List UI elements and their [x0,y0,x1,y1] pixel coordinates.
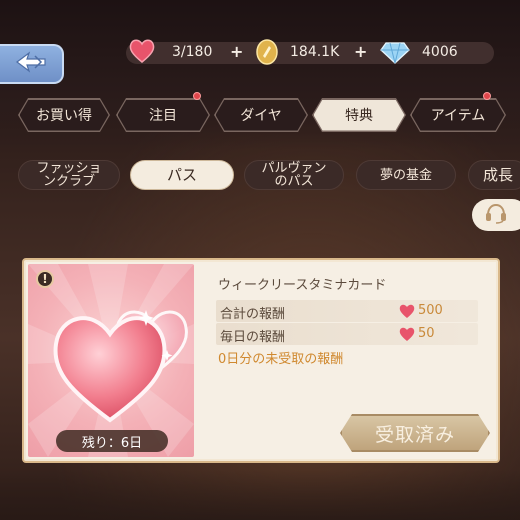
resource-bar: 3/180 + 184.1K + 4006 [126,39,494,65]
subtab-label: パス [166,165,197,184]
tab-featured[interactable]: 注目 [116,98,210,132]
diamond-icon [380,39,410,69]
subtab-dream-fund[interactable]: 夢の基金 [356,160,456,190]
card-illustration: ! 残り：6日 [28,264,194,457]
add-gold-button[interactable]: + [354,42,367,61]
tab-label: ダイヤ [240,108,282,124]
tab-items[interactable]: アイテム [410,98,506,132]
reward-value: 500 [418,303,443,318]
weekly-stamina-card: ! 残り：6日 ウィークリースタミナカード 合計の報酬 500 毎日の報酬 50… [22,258,500,463]
support-button[interactable] [472,199,520,231]
card-title: ウィークリースタミナカード [218,278,387,293]
reward-label: 毎日の報酬 [220,330,286,345]
floor-background [0,470,520,520]
notification-dot [193,92,201,100]
subtab-fashion-club[interactable]: ファッショ ンクラブ [18,160,120,190]
remaining-days-text: 残り：6日 [81,435,143,451]
reward-row-total: 合計の報酬 500 [216,300,478,322]
heart-icon [128,38,156,68]
tab-label: 特典 [345,108,373,124]
sub-tab-bar: ファッショ ンクラブ パス パルヴァン のパス 夢の基金 成長 [0,160,520,192]
coin-icon [254,38,280,70]
back-arrow-icon [13,50,49,78]
reward-row-daily: 毎日の報酬 50 [216,323,478,345]
remaining-days-badge: 残り：6日 [56,430,168,452]
claimed-button[interactable]: 受取済み [340,414,490,452]
subtab-label: 夢の基金 [379,167,432,183]
reward-value: 50 [418,326,435,341]
gold-value: 184.1K [290,44,340,60]
heart-illustration-icon [42,280,192,434]
tab-label: 注目 [149,108,177,124]
subtab-label: ファッショ ンクラブ [36,161,102,189]
subtab-label: 成長 [483,165,514,184]
claimed-button-label: 受取済み [374,423,455,446]
add-stamina-button[interactable]: + [230,42,243,61]
tab-perks[interactable]: 特典 [312,98,406,132]
notification-dot [483,92,491,100]
subtab-label: パルヴァン のパス [261,161,327,189]
subtab-pass[interactable]: パス [130,160,234,190]
diamond-value: 4006 [422,44,458,60]
reward-label: 合計の報酬 [220,307,286,322]
subtab-growth[interactable]: 成長 [468,160,520,190]
headset-icon [484,202,508,228]
heart-icon [398,303,416,323]
main-tab-bar: お買い得 注目 ダイヤ 特典 アイテム [0,92,520,134]
subtab-parvan-pass[interactable]: パルヴァン のパス [244,160,344,190]
tab-diamond[interactable]: ダイヤ [214,98,308,132]
tab-bargain[interactable]: お買い得 [18,98,110,132]
stamina-value: 3/180 [172,44,213,60]
tab-label: お買い得 [36,108,92,124]
tab-label: アイテム [430,108,486,124]
unclaimed-reward-text: 0日分の未受取の報酬 [218,352,344,367]
back-button[interactable] [0,44,64,84]
heart-icon [398,326,416,346]
info-icon[interactable]: ! [36,270,54,288]
